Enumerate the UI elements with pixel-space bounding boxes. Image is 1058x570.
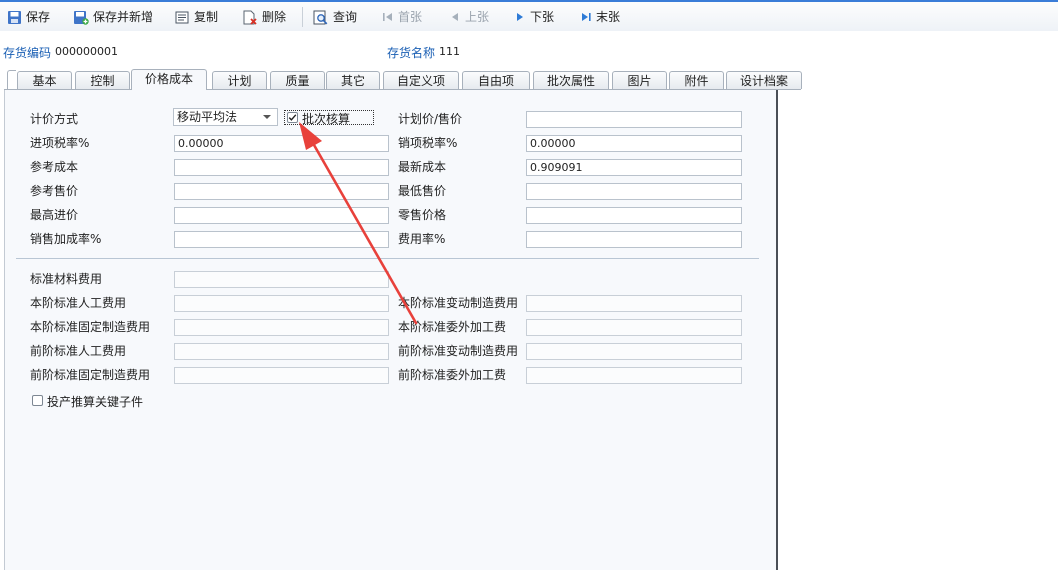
tab-price-cost[interactable]: 价格成本 bbox=[131, 69, 207, 90]
annotation-arrow-shaft bbox=[308, 136, 418, 325]
annotation-arrow-head bbox=[299, 122, 322, 150]
